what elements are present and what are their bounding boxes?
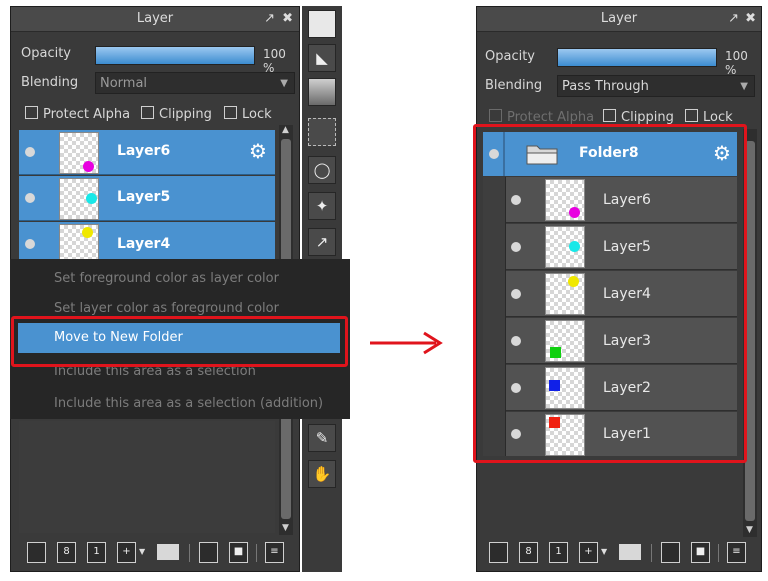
new-layer-icon[interactable] bbox=[489, 542, 508, 563]
new-1bit-layer-icon[interactable]: 1 bbox=[87, 542, 106, 563]
blending-label: Blending bbox=[485, 78, 543, 93]
layer-list-empty-area bbox=[19, 421, 275, 533]
opacity-label: Opacity bbox=[485, 49, 536, 64]
chevron-down-icon: ▼ bbox=[280, 78, 288, 89]
gradient-icon[interactable] bbox=[308, 78, 336, 106]
new-folder-icon[interactable] bbox=[619, 544, 641, 560]
layer-row[interactable]: Layer5 bbox=[19, 176, 275, 221]
opacity-label: Opacity bbox=[21, 46, 72, 61]
transform-icon[interactable]: ↗ bbox=[308, 228, 336, 256]
checkbox-box bbox=[25, 106, 38, 119]
thumb-mark bbox=[83, 161, 94, 172]
checkbox-box bbox=[685, 109, 698, 122]
toolbar-separator bbox=[651, 544, 652, 562]
checkbox-label: Protect Alpha bbox=[507, 110, 595, 125]
visibility-icon[interactable] bbox=[25, 193, 35, 203]
layer-name: Layer5 bbox=[117, 189, 171, 205]
annotation-highlight bbox=[11, 316, 348, 367]
trash-icon[interactable]: ≡ bbox=[727, 542, 746, 563]
blending-select[interactable]: Pass Through ▼ bbox=[557, 75, 755, 97]
opacity-value: 100 % bbox=[263, 47, 286, 75]
chevron-down-icon[interactable]: ▼ bbox=[139, 547, 145, 556]
gear-icon[interactable]: ⚙ bbox=[249, 139, 267, 163]
blending-select[interactable]: Normal ▼ bbox=[95, 72, 295, 94]
add-layer-menu-icon[interactable]: + bbox=[579, 542, 598, 563]
lock-checkbox[interactable]: Lock bbox=[685, 109, 733, 125]
checkbox-label: Lock bbox=[242, 107, 272, 122]
panel-title: Layer bbox=[136, 11, 174, 26]
duplicate-icon[interactable] bbox=[199, 542, 218, 563]
duplicate-icon[interactable] bbox=[661, 542, 680, 563]
scroll-down-icon[interactable]: ▼ bbox=[746, 525, 753, 535]
rect-select-icon[interactable] bbox=[308, 118, 336, 146]
menu-item[interactable]: Include this area as a selection (additi… bbox=[54, 396, 323, 411]
opacity-slider[interactable] bbox=[557, 48, 717, 67]
new-1bit-layer-icon[interactable]: 1 bbox=[549, 542, 568, 563]
panel-titlebar: Layer ↗ ✖ bbox=[11, 7, 299, 32]
scroll-down-icon[interactable]: ▼ bbox=[282, 523, 289, 533]
visibility-icon[interactable] bbox=[25, 239, 35, 249]
opacity-value: 100 % bbox=[725, 49, 748, 77]
close-icon[interactable]: ✖ bbox=[282, 7, 293, 31]
toolbar-separator bbox=[256, 544, 257, 562]
merge-icon[interactable]: ■ bbox=[691, 542, 710, 563]
pen-icon[interactable] bbox=[308, 10, 336, 38]
blending-value: Pass Through bbox=[562, 79, 649, 94]
merge-icon[interactable]: ■ bbox=[229, 542, 248, 563]
magic-wand-icon[interactable]: ✦ bbox=[308, 192, 336, 220]
menu-item[interactable]: Set layer color as foreground color bbox=[54, 301, 279, 316]
layer-row[interactable]: Layer6 ⚙ bbox=[19, 130, 275, 175]
clipping-checkbox[interactable]: Clipping bbox=[141, 106, 212, 122]
layer-thumbnail bbox=[59, 132, 99, 174]
checkbox-label: Clipping bbox=[159, 107, 212, 122]
checkbox-label: Clipping bbox=[621, 110, 674, 125]
fill-bucket-icon[interactable]: ◣ bbox=[308, 44, 336, 72]
scroll-up-icon[interactable]: ▲ bbox=[282, 125, 289, 135]
protect-alpha-checkbox[interactable]: Protect Alpha bbox=[25, 106, 130, 122]
checkbox-box bbox=[141, 106, 154, 119]
layer-toolbar: 8 1 + ▼ ■ ≡ bbox=[479, 537, 759, 569]
toolbar-separator bbox=[189, 544, 190, 562]
chevron-down-icon: ▼ bbox=[740, 81, 748, 92]
clipping-checkbox[interactable]: Clipping bbox=[603, 109, 674, 125]
layer-thumbnail bbox=[59, 178, 99, 220]
annotation-highlight bbox=[473, 124, 747, 463]
checkbox-box bbox=[489, 109, 502, 122]
opacity-slider[interactable] bbox=[95, 46, 255, 65]
chevron-down-icon[interactable]: ▼ bbox=[601, 547, 607, 556]
popout-icon[interactable]: ↗ bbox=[728, 7, 739, 31]
add-layer-menu-icon[interactable]: + bbox=[117, 542, 136, 563]
trash-icon[interactable]: ≡ bbox=[265, 542, 284, 563]
toolbar-separator bbox=[718, 544, 719, 562]
hand-icon[interactable]: ✋ bbox=[308, 460, 336, 488]
menu-item[interactable]: Set foreground color as layer color bbox=[54, 271, 279, 286]
new-8bit-layer-icon[interactable]: 8 bbox=[57, 542, 76, 563]
lasso-icon[interactable]: ◯ bbox=[308, 156, 336, 184]
protect-alpha-checkbox[interactable]: Protect Alpha bbox=[489, 109, 594, 125]
layer-name: Layer4 bbox=[117, 236, 171, 252]
eyedropper-icon[interactable]: ✎ bbox=[308, 424, 336, 452]
new-8bit-layer-icon[interactable]: 8 bbox=[519, 542, 538, 563]
arrow-right-icon bbox=[370, 331, 443, 355]
thumb-mark bbox=[82, 227, 93, 238]
layer-thumbnail bbox=[59, 224, 99, 260]
popout-icon[interactable]: ↗ bbox=[264, 7, 275, 31]
layer-row[interactable]: Layer4 bbox=[19, 222, 275, 260]
layer-toolbar: 8 1 + ▼ ■ ≡ bbox=[13, 537, 297, 569]
checkbox-box bbox=[603, 109, 616, 122]
blending-value: Normal bbox=[100, 76, 148, 91]
thumb-mark bbox=[86, 193, 97, 204]
lock-checkbox[interactable]: Lock bbox=[224, 106, 272, 122]
new-folder-icon[interactable] bbox=[157, 544, 179, 560]
blending-label: Blending bbox=[21, 75, 79, 90]
close-icon[interactable]: ✖ bbox=[745, 7, 756, 31]
checkbox-label: Protect Alpha bbox=[43, 107, 131, 122]
layer-name: Layer6 bbox=[117, 143, 171, 159]
new-layer-icon[interactable] bbox=[27, 542, 46, 563]
visibility-icon[interactable] bbox=[25, 147, 35, 157]
panel-title: Layer bbox=[600, 11, 638, 26]
checkbox-label: Lock bbox=[703, 110, 733, 125]
panel-titlebar: Layer ↗ ✖ bbox=[477, 7, 761, 32]
checkbox-box bbox=[224, 106, 237, 119]
